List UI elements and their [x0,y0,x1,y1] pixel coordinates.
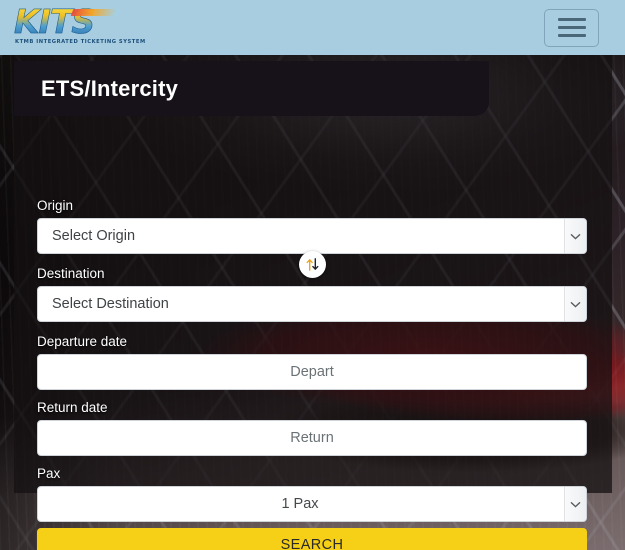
kits-logo[interactable]: KITS KTMB INTEGRATED TICKETING SYSTEM [12,4,146,51]
origin-select[interactable]: Select Origin [37,218,587,254]
chevron-down-icon[interactable] [564,287,586,321]
chevron-down-icon[interactable] [564,219,586,253]
return-date-value: Return [290,430,334,446]
pax-label: Pax [37,466,61,481]
chevron-down-icon[interactable] [564,487,586,521]
hamburger-bar-icon [557,34,586,37]
origin-value: Select Origin [52,228,136,244]
logo-tagline: KTMB INTEGRATED TICKETING SYSTEM [15,38,146,45]
page-title: ETS/Intercity [41,75,179,101]
search-form: Origin Select Origin Destination Select … [37,197,587,522]
hero-section: ETS/Intercity Origin Select Origin Desti… [0,55,625,550]
return-date-input[interactable]: Return [37,420,587,456]
pax-value: 1 Pax [281,496,319,512]
return-date-label: Return date [37,400,108,415]
swap-stations-button[interactable] [299,251,326,278]
pax-select[interactable]: 1 Pax [37,486,587,522]
logo-swoosh-icon [70,8,120,16]
hamburger-bar-icon [557,26,586,29]
hamburger-menu-button[interactable] [544,8,599,47]
origin-label: Origin [37,198,74,213]
search-button[interactable]: SEARCH [37,528,587,550]
departure-date-value: Depart [290,364,334,380]
top-navigation-bar: KITS KTMB INTEGRATED TICKETING SYSTEM [0,0,625,55]
hamburger-bar-icon [557,18,586,21]
departure-date-label: Departure date [37,334,128,349]
destination-value: Select Destination [52,296,169,312]
destination-select[interactable]: Select Destination [37,286,587,322]
departure-date-input[interactable]: Depart [37,354,587,390]
swap-vertical-icon [306,258,319,271]
page-title-badge: ETS/Intercity [14,61,489,116]
